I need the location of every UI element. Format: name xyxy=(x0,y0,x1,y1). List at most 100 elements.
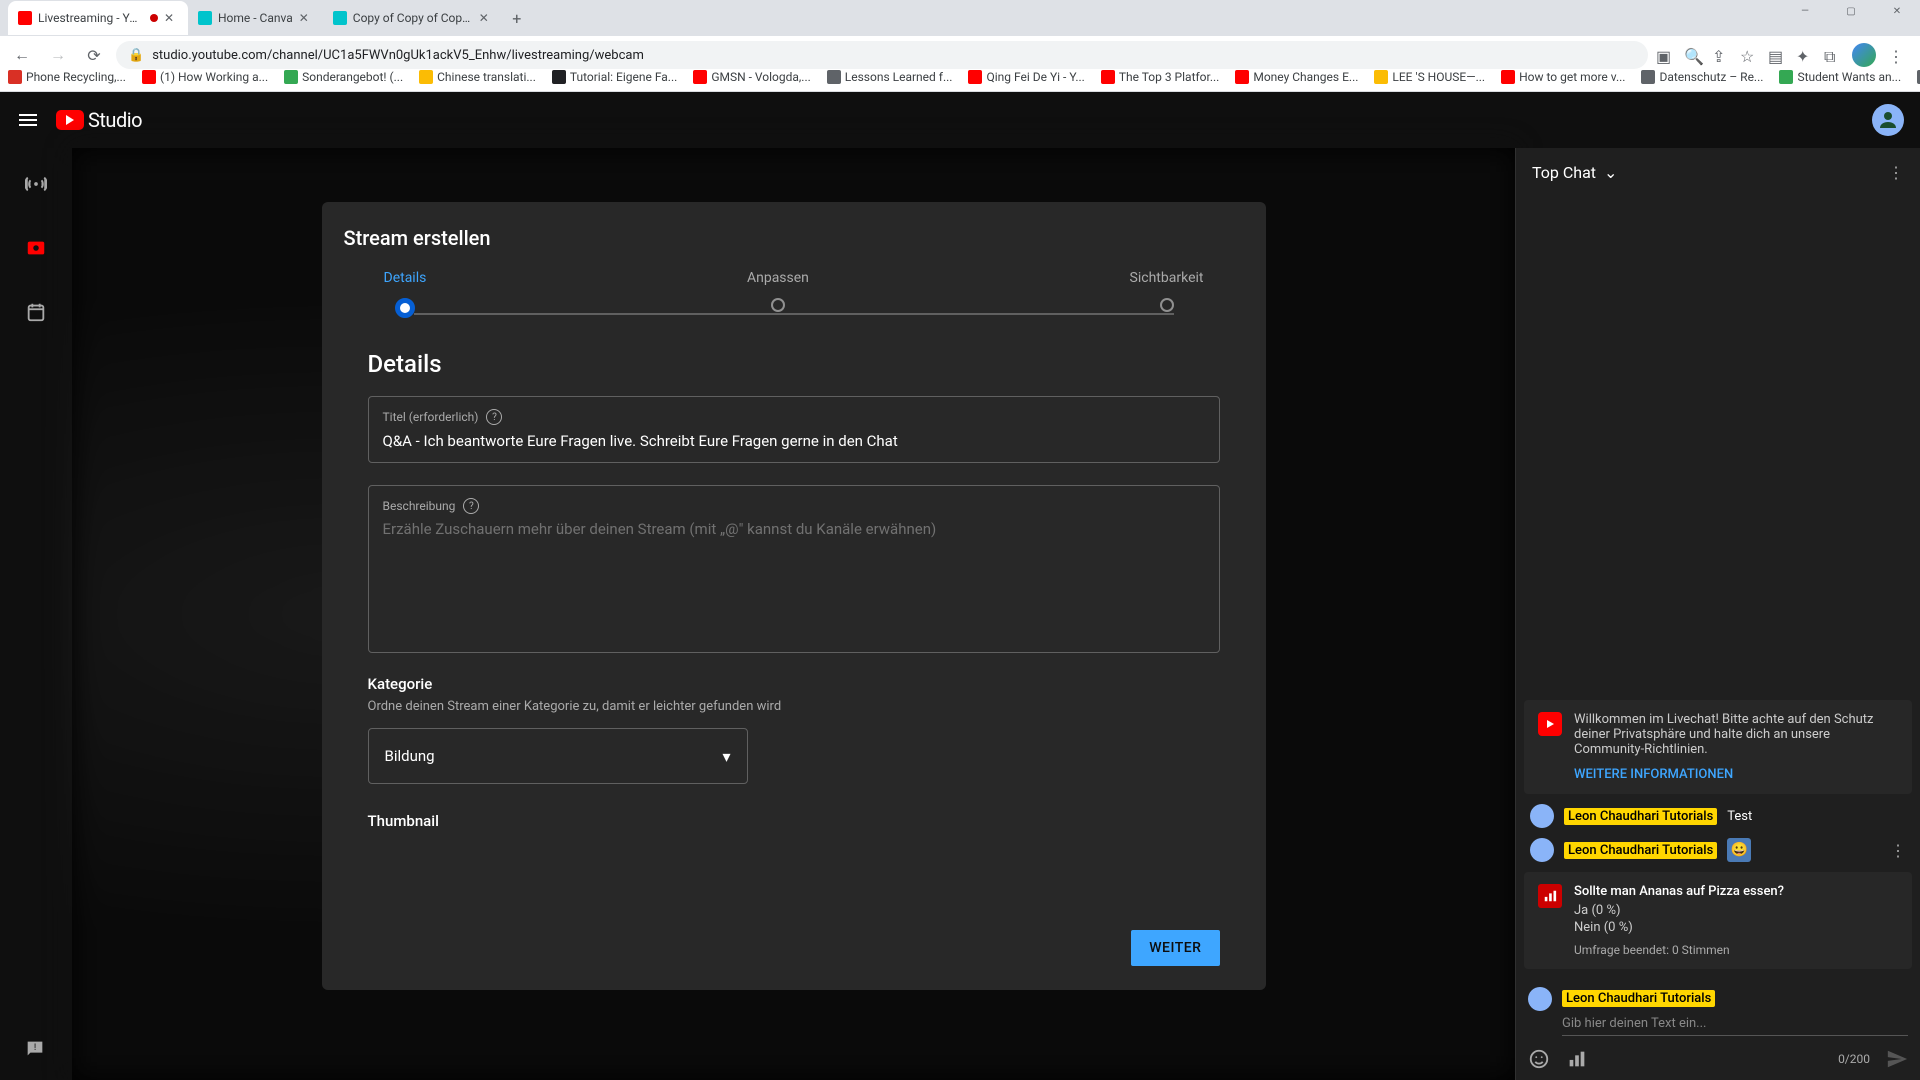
canva-icon xyxy=(333,11,347,25)
profile-avatar[interactable] xyxy=(1852,43,1876,67)
bookmark[interactable]: How to get more v... xyxy=(1501,70,1625,84)
star-icon[interactable]: ☆ xyxy=(1740,47,1756,63)
poll-icon xyxy=(1538,884,1562,908)
chat-input[interactable] xyxy=(1562,1012,1908,1036)
stream-icon[interactable] xyxy=(16,164,56,204)
share-icon[interactable]: ⇪ xyxy=(1712,47,1728,63)
recording-icon xyxy=(150,14,158,22)
reload-button[interactable]: ⟳ xyxy=(80,41,108,69)
author-badge[interactable]: Leon Chaudhari Tutorials xyxy=(1564,842,1717,859)
step-details[interactable]: Details xyxy=(384,270,427,318)
chevron-down-icon: ⌄ xyxy=(1604,163,1617,182)
play-icon xyxy=(56,110,84,130)
tab-title: Home - Canva xyxy=(218,11,293,25)
menu-icon[interactable]: ⋮ xyxy=(1888,47,1904,63)
maximize-button[interactable]: ▢ xyxy=(1828,0,1874,22)
app-header: Studio xyxy=(0,92,1920,148)
author-badge: Leon Chaudhari Tutorials xyxy=(1562,990,1715,1007)
help-icon[interactable]: ? xyxy=(486,409,502,425)
avatar[interactable] xyxy=(1530,838,1554,862)
next-button[interactable]: WEITER xyxy=(1131,930,1219,966)
chat-mode-select[interactable]: Top Chat ⌄ xyxy=(1532,163,1617,182)
title-input[interactable] xyxy=(383,432,1205,450)
bookmark[interactable]: Phone Recycling,... xyxy=(8,70,126,84)
bookmark[interactable]: Lessons Learned f... xyxy=(827,70,953,84)
avatar xyxy=(1528,987,1552,1011)
chat-message: Leon Chaudhari Tutorials 😀 ⋮ xyxy=(1524,838,1912,862)
tab[interactable]: Copy of Copy of Copy of Copy ✕ xyxy=(323,1,503,35)
section-title: Details xyxy=(368,350,1220,378)
poll-card: Sollte man Ananas auf Pizza essen? Ja (0… xyxy=(1524,872,1912,969)
hamburger-icon[interactable] xyxy=(16,108,40,132)
youtube-icon xyxy=(18,11,32,25)
left-rail: ! xyxy=(0,148,72,1080)
poll-icon[interactable] xyxy=(1566,1048,1588,1070)
bookmark[interactable]: Money Changes E... xyxy=(1235,70,1358,84)
bookmark[interactable]: Student Wants an... xyxy=(1779,70,1901,84)
learn-more-link[interactable]: WEITERE INFORMATIONEN xyxy=(1574,767,1898,782)
bookmark[interactable]: Sonderangebot! (... xyxy=(284,70,403,84)
studio-logo[interactable]: Studio xyxy=(56,108,142,132)
more-icon[interactable]: ⋮ xyxy=(1888,163,1904,182)
restore-icon[interactable]: ⧉ xyxy=(1824,47,1840,63)
chat-panel: Top Chat ⌄ ⋮ Willkommen im Livechat! Bit… xyxy=(1515,148,1920,1080)
youtube-icon xyxy=(1538,712,1562,736)
avatar[interactable] xyxy=(1530,804,1554,828)
close-icon[interactable]: ✕ xyxy=(299,11,313,25)
forward-button[interactable]: → xyxy=(44,41,72,69)
chevron-down-icon: ▾ xyxy=(722,747,730,766)
bookmark[interactable]: Datenschutz – Re... xyxy=(1641,70,1763,84)
tab-title: Copy of Copy of Copy of Copy xyxy=(353,11,473,25)
new-tab-button[interactable]: + xyxy=(503,4,531,32)
lock-icon: 🔒 xyxy=(128,48,144,63)
chat-input-area: Leon Chaudhari Tutorials 0/200 xyxy=(1516,977,1920,1080)
create-stream-modal: Stream erstellen Details Anpassen Sichtb… xyxy=(322,202,1266,990)
category-label: Kategorie xyxy=(368,675,1220,693)
minimize-button[interactable]: — xyxy=(1782,0,1828,22)
puzzle-icon[interactable]: ✦ xyxy=(1796,47,1812,63)
step-customize[interactable]: Anpassen xyxy=(747,270,809,318)
user-avatar[interactable] xyxy=(1872,104,1904,136)
char-counter: 0/200 xyxy=(1838,1052,1870,1066)
stream-stage: Stream erstellen Details Anpassen Sichtb… xyxy=(72,148,1515,1080)
url-input[interactable]: 🔒 studio.youtube.com/channel/UC1a5FWVn0g… xyxy=(116,41,1648,69)
bookmark[interactable]: Chinese translati... xyxy=(419,70,536,84)
tab-active[interactable]: Livestreaming - YouTube S ✕ xyxy=(8,1,188,35)
title-field[interactable]: Titel (erforderlich)? xyxy=(368,396,1220,463)
url-text: studio.youtube.com/channel/UC1a5FWVn0gUk… xyxy=(152,48,644,63)
bookmark[interactable]: GMSN - Vologda,... xyxy=(693,70,810,84)
emoji-icon[interactable] xyxy=(1528,1048,1550,1070)
bookmark[interactable]: (1) How Working a... xyxy=(142,70,268,84)
back-button[interactable]: ← xyxy=(8,41,36,69)
webcam-icon[interactable] xyxy=(16,228,56,268)
close-icon[interactable]: ✕ xyxy=(479,11,493,25)
camera-icon[interactable]: ▣ xyxy=(1656,47,1672,63)
system-message: Willkommen im Livechat! Bitte achte auf … xyxy=(1524,700,1912,794)
close-icon[interactable]: ✕ xyxy=(164,11,178,25)
bookmark[interactable]: LEE 'S HOUSE—... xyxy=(1374,70,1485,84)
stepper: Details Anpassen Sichtbarkeit xyxy=(344,270,1244,318)
svg-text:!: ! xyxy=(34,1043,36,1053)
tab[interactable]: Home - Canva ✕ xyxy=(188,1,323,35)
category-select[interactable]: Bildung ▾ xyxy=(368,728,748,784)
modal-title: Stream erstellen xyxy=(344,226,1244,250)
zoom-icon[interactable]: 🔍 xyxy=(1684,47,1700,63)
author-badge[interactable]: Leon Chaudhari Tutorials xyxy=(1564,808,1717,825)
extension-icon[interactable]: ▤ xyxy=(1768,47,1784,63)
description-field[interactable]: Beschreibung? xyxy=(368,485,1220,653)
manage-icon[interactable] xyxy=(16,292,56,332)
step-visibility[interactable]: Sichtbarkeit xyxy=(1130,270,1204,318)
description-input[interactable] xyxy=(383,520,1205,614)
bookmark[interactable]: Qing Fei De Yi - Y... xyxy=(968,70,1084,84)
bookmark[interactable]: The Top 3 Platfor... xyxy=(1101,70,1220,84)
more-icon[interactable]: ⋮ xyxy=(1890,841,1906,860)
category-help: Ordne deinen Stream einer Kategorie zu, … xyxy=(368,699,1220,714)
help-icon[interactable]: ? xyxy=(463,498,479,514)
feedback-icon[interactable]: ! xyxy=(24,1038,46,1064)
send-icon[interactable] xyxy=(1886,1048,1908,1070)
chat-header: Top Chat ⌄ ⋮ xyxy=(1516,148,1920,196)
bookmark[interactable]: Tutorial: Eigene Fa... xyxy=(552,70,677,84)
tab-strip: Livestreaming - YouTube S ✕ Home - Canva… xyxy=(0,0,1920,36)
close-window-button[interactable]: ✕ xyxy=(1874,0,1920,22)
thumbnail-label: Thumbnail xyxy=(368,812,1220,830)
